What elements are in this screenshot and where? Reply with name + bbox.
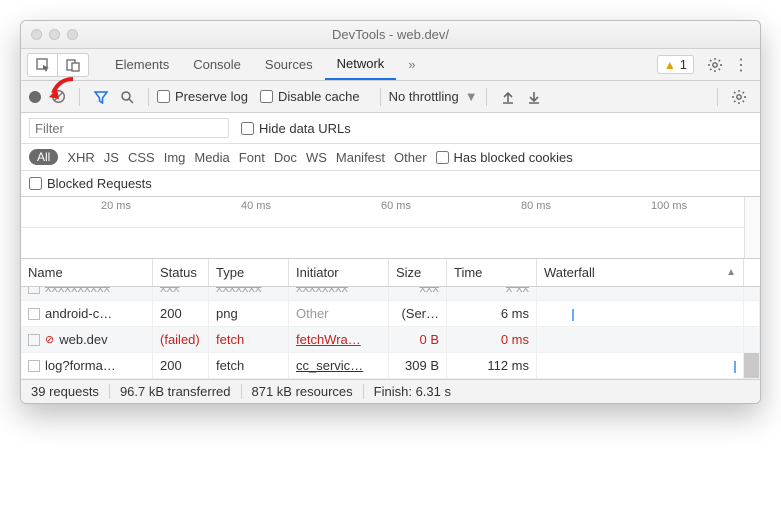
main-tabbar: Elements Console Sources Network » ▲ 1 ⋮ — [21, 49, 760, 81]
warnings-count: 1 — [680, 57, 687, 72]
network-toolbar: Preserve log Disable cache No throttling… — [21, 81, 760, 113]
table-row[interactable]: android-c… 200 png Other (Ser… 6 ms — [21, 301, 760, 327]
waterfall-cell — [537, 353, 744, 379]
filter-input[interactable] — [29, 118, 229, 138]
more-icon[interactable]: ⋮ — [728, 53, 754, 77]
preserve-log-checkbox[interactable]: Preserve log — [157, 89, 248, 104]
record-button[interactable] — [29, 91, 41, 103]
network-settings-icon[interactable] — [726, 85, 752, 109]
tab-elements[interactable]: Elements — [103, 49, 181, 80]
request-rows: xxxxxxxxxx xxxxxxxxxxxxxxxxxx xxxx xx an… — [21, 287, 760, 379]
titlebar: DevTools - web.dev/ — [21, 21, 760, 49]
status-resources: 871 kB resources — [242, 384, 364, 399]
settings-icon[interactable] — [702, 53, 728, 77]
checkbox-icon[interactable] — [28, 308, 40, 320]
tick-80: 80 ms — [521, 200, 551, 212]
inspect-element-icon[interactable] — [28, 54, 58, 76]
status-transferred: 96.7 kB transferred — [110, 384, 242, 399]
waterfall-cell — [537, 327, 744, 353]
table-row[interactable]: xxxxxxxxxx xxxxxxxxxxxxxxxxxx xxxx xx — [21, 287, 760, 301]
search-icon[interactable] — [114, 85, 140, 109]
filter-font[interactable]: Font — [239, 150, 265, 165]
waterfall-cell — [537, 301, 744, 327]
status-finish: Finish: 6.31 s — [364, 384, 461, 399]
tick-40: 40 ms — [241, 200, 271, 212]
hide-data-urls-checkbox[interactable]: Hide data URLs — [241, 121, 351, 136]
filter-ws[interactable]: WS — [306, 150, 327, 165]
filter-manifest[interactable]: Manifest — [336, 150, 385, 165]
tick-20: 20 ms — [101, 200, 131, 212]
tab-network[interactable]: Network — [325, 49, 397, 80]
col-type[interactable]: Type — [209, 259, 289, 286]
download-har-icon[interactable] — [521, 85, 547, 109]
devtools-window: DevTools - web.dev/ Elements Console Sou… — [20, 20, 761, 404]
device-toggle-icon[interactable] — [58, 54, 88, 76]
filter-media[interactable]: Media — [194, 150, 229, 165]
table-row[interactable]: log?forma… 200 fetch cc_servic… 309 B 11… — [21, 353, 760, 379]
window-title: DevTools - web.dev/ — [21, 27, 760, 42]
tick-60: 60 ms — [381, 200, 411, 212]
sort-indicator-icon: ▲ — [726, 267, 736, 278]
table-row[interactable]: ⊘web.dev (failed) fetch fetchWra… 0 B 0 … — [21, 327, 760, 353]
filter-doc[interactable]: Doc — [274, 150, 297, 165]
warning-icon: ▲ — [664, 58, 676, 72]
filter-icon[interactable] — [88, 85, 114, 109]
clear-icon[interactable] — [45, 85, 71, 109]
filter-css[interactable]: CSS — [128, 150, 155, 165]
request-table-header: Name Status Type Initiator Size Time Wat… — [21, 259, 760, 287]
filter-img[interactable]: Img — [164, 150, 186, 165]
col-time[interactable]: Time — [447, 259, 537, 286]
blocked-requests-row: Blocked Requests — [21, 171, 760, 197]
chevron-down-icon: ▼ — [465, 89, 478, 104]
throttling-select[interactable]: No throttling ▼ — [389, 89, 478, 104]
filter-bar: Hide data URLs — [21, 113, 760, 144]
panel-tabs: Elements Console Sources Network » — [103, 49, 428, 80]
blocked-requests-checkbox[interactable]: Blocked Requests — [29, 176, 740, 191]
col-initiator[interactable]: Initiator — [289, 259, 389, 286]
status-bar: 39 requests 96.7 kB transferred 871 kB r… — [21, 379, 760, 403]
filter-all[interactable]: All — [29, 149, 58, 165]
col-waterfall[interactable]: Waterfall▲ — [537, 259, 744, 286]
col-status[interactable]: Status — [153, 259, 209, 286]
has-blocked-cookies-checkbox[interactable]: Has blocked cookies — [436, 150, 573, 165]
overview-timeline[interactable]: 20 ms 40 ms 60 ms 80 ms 100 ms — [21, 197, 760, 259]
filter-xhr[interactable]: XHR — [67, 150, 94, 165]
error-icon: ⊘ — [45, 333, 54, 346]
warnings-badge[interactable]: ▲ 1 — [657, 55, 694, 74]
col-size[interactable]: Size — [389, 259, 447, 286]
resource-type-filters: All XHR JS CSS Img Media Font Doc WS Man… — [21, 144, 760, 171]
col-name[interactable]: Name — [21, 259, 153, 286]
inspect-device-group — [27, 53, 89, 77]
filter-other[interactable]: Other — [394, 150, 427, 165]
tab-sources[interactable]: Sources — [253, 49, 325, 80]
timeline-scrollbar[interactable] — [744, 197, 760, 258]
disable-cache-checkbox[interactable]: Disable cache — [260, 89, 360, 104]
tick-100: 100 ms — [651, 200, 687, 212]
status-requests: 39 requests — [31, 384, 110, 399]
upload-har-icon[interactable] — [495, 85, 521, 109]
tabs-overflow-icon[interactable]: » — [396, 49, 427, 80]
checkbox-icon[interactable] — [28, 360, 40, 372]
filter-js[interactable]: JS — [104, 150, 119, 165]
tab-console[interactable]: Console — [181, 49, 253, 80]
checkbox-icon[interactable] — [28, 334, 40, 346]
